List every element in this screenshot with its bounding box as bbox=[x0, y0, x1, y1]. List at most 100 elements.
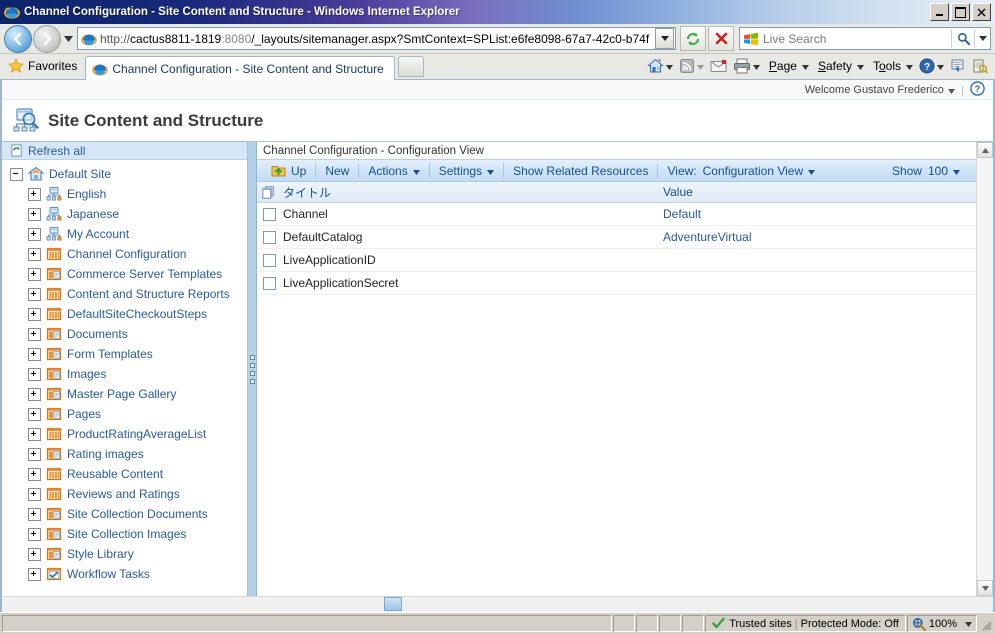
tree-expander-plus[interactable] bbox=[28, 207, 41, 221]
tree-expander-plus[interactable] bbox=[28, 547, 41, 561]
tree-expander-plus[interactable] bbox=[28, 187, 41, 201]
minimize-button[interactable] bbox=[930, 3, 949, 21]
zoom-chevron-down-icon[interactable] bbox=[965, 618, 972, 630]
tree-expander-plus[interactable] bbox=[28, 427, 41, 441]
security-zone-pane[interactable]: Trusted sites | Protected Mode: Off bbox=[705, 615, 906, 632]
scroll-thumb[interactable] bbox=[384, 597, 402, 611]
tree-expander-plus[interactable] bbox=[28, 267, 41, 281]
tree-expander-plus[interactable] bbox=[28, 227, 41, 241]
row-checkbox[interactable] bbox=[262, 230, 276, 244]
help-circle-icon[interactable]: ? bbox=[970, 80, 985, 99]
page-horizontal-scrollbar[interactable] bbox=[2, 596, 993, 612]
search-box[interactable]: Live Search bbox=[739, 27, 991, 50]
new-menu[interactable]: New bbox=[317, 160, 357, 181]
forward-button[interactable] bbox=[33, 24, 61, 53]
feeds-button[interactable] bbox=[676, 55, 707, 77]
tab-channel-configuration[interactable]: Channel Configuration - Site Content and… bbox=[85, 56, 395, 80]
tree-node-default-site[interactable]: Default Site bbox=[2, 164, 247, 184]
tree-expander-plus[interactable] bbox=[28, 367, 41, 381]
tree-expander-plus[interactable] bbox=[28, 407, 41, 421]
row-title[interactable]: Channel bbox=[281, 207, 663, 221]
tree-expander-plus[interactable] bbox=[28, 527, 41, 541]
new-tab-button[interactable] bbox=[397, 56, 424, 77]
row-checkbox[interactable] bbox=[262, 207, 276, 221]
tree-expander-plus[interactable] bbox=[28, 347, 41, 361]
tree-expander-plus[interactable] bbox=[28, 327, 41, 341]
tree-node-workflow-tasks[interactable]: Workflow Tasks bbox=[2, 564, 247, 584]
tools-menu[interactable]: Tools bbox=[867, 55, 916, 77]
row-value[interactable]: Default bbox=[663, 207, 976, 221]
welcome-user-menu[interactable]: Welcome Gustavo Frederico bbox=[805, 84, 944, 96]
address-dropdown-button[interactable] bbox=[655, 28, 674, 49]
table-row[interactable]: Channel Default bbox=[257, 203, 976, 226]
back-button[interactable] bbox=[4, 24, 32, 53]
up-button[interactable]: Up bbox=[263, 160, 314, 181]
safety-menu[interactable]: Safety bbox=[812, 55, 867, 77]
tree-expander-plus[interactable] bbox=[28, 567, 41, 581]
tree-node-style-library[interactable]: Style Library bbox=[2, 544, 247, 564]
row-value[interactable]: AdventureVirtual bbox=[663, 230, 976, 244]
tree-expander-plus[interactable] bbox=[28, 307, 41, 321]
row-select-cell[interactable] bbox=[257, 276, 281, 290]
tree-node-rating-images[interactable]: Rating images bbox=[2, 444, 247, 464]
tree-expander-minus[interactable] bbox=[10, 167, 23, 181]
read-mail-button[interactable] bbox=[707, 55, 730, 77]
row-title[interactable]: DefaultCatalog bbox=[281, 230, 663, 244]
resize-grip[interactable] bbox=[977, 615, 993, 632]
tree-node-commerce-server-templates[interactable]: Commerce Server Templates bbox=[2, 264, 247, 284]
row-select-cell[interactable] bbox=[257, 230, 281, 244]
tree-node-site-collection-images[interactable]: Site Collection Images bbox=[2, 524, 247, 544]
close-button[interactable] bbox=[972, 3, 991, 21]
row-checkbox[interactable] bbox=[262, 276, 276, 290]
tree-node-english[interactable]: English bbox=[2, 184, 247, 204]
tree-expander-plus[interactable] bbox=[28, 287, 41, 301]
page-vertical-scrollbar[interactable] bbox=[976, 142, 993, 596]
actions-menu[interactable]: Actions bbox=[360, 160, 427, 181]
search-go-button[interactable] bbox=[951, 29, 974, 48]
tree-expander-plus[interactable] bbox=[28, 467, 41, 481]
help-menu[interactable]: ? bbox=[916, 55, 947, 77]
tree-expander-plus[interactable] bbox=[28, 507, 41, 521]
tree-node-channel-configuration[interactable]: Channel Configuration bbox=[2, 244, 247, 264]
tree-node-documents[interactable]: Documents bbox=[2, 324, 247, 344]
zoom-pane[interactable]: 100% bbox=[906, 615, 977, 632]
row-title[interactable]: LiveApplicationSecret bbox=[281, 276, 663, 290]
address-bar[interactable]: http://cactus8811-1819:8080/_layouts/sit… bbox=[77, 27, 676, 50]
tree-expander-plus[interactable] bbox=[28, 387, 41, 401]
show-count-selector[interactable]: 100 bbox=[926, 160, 968, 181]
table-row[interactable]: LiveApplicationID bbox=[257, 249, 976, 272]
refresh-button[interactable] bbox=[680, 26, 706, 51]
tree-node-productratingaveragelist[interactable]: ProductRatingAverageList bbox=[2, 424, 247, 444]
maximize-button[interactable] bbox=[951, 3, 970, 21]
print-button[interactable] bbox=[730, 55, 763, 77]
show-related-resources-button[interactable]: Show Related Resources bbox=[505, 160, 656, 181]
view-selector[interactable]: Configuration View bbox=[699, 160, 824, 181]
scroll-track[interactable] bbox=[977, 158, 993, 580]
tree-node-form-templates[interactable]: Form Templates bbox=[2, 344, 247, 364]
favorites-button[interactable]: Favorites bbox=[4, 55, 85, 77]
tree-expander-plus[interactable] bbox=[28, 487, 41, 501]
tree-node-content-and-structure-reports[interactable]: Content and Structure Reports bbox=[2, 284, 247, 304]
row-checkbox[interactable] bbox=[262, 253, 276, 267]
scroll-up-button[interactable] bbox=[977, 142, 993, 158]
tree-node-defaultsitecheckoutsteps[interactable]: DefaultSiteCheckoutSteps bbox=[2, 304, 247, 324]
tree-node-japanese[interactable]: Japanese bbox=[2, 204, 247, 224]
page-menu[interactable]: Page bbox=[763, 55, 812, 77]
column-header-title[interactable]: タイトル bbox=[281, 184, 663, 201]
compatibility-button[interactable] bbox=[947, 55, 969, 77]
row-select-cell[interactable] bbox=[257, 253, 281, 267]
tree-expander-plus[interactable] bbox=[28, 447, 41, 461]
table-row[interactable]: LiveApplicationSecret bbox=[257, 272, 976, 295]
tree-node-pages[interactable]: Pages bbox=[2, 404, 247, 424]
welcome-chevron-down-icon[interactable] bbox=[947, 83, 955, 97]
tree-node-images[interactable]: Images bbox=[2, 364, 247, 384]
refresh-all-label[interactable]: Refresh all bbox=[28, 144, 85, 158]
stop-button[interactable] bbox=[708, 26, 734, 51]
settings-menu[interactable]: Settings bbox=[431, 160, 502, 181]
refresh-all-button[interactable]: Refresh all bbox=[2, 142, 247, 160]
tree-node-reviews-and-ratings[interactable]: Reviews and Ratings bbox=[2, 484, 247, 504]
home-button[interactable] bbox=[644, 55, 676, 77]
recent-pages-dropdown[interactable] bbox=[61, 26, 75, 52]
tree-node-master-page-gallery[interactable]: Master Page Gallery bbox=[2, 384, 247, 404]
scroll-down-button[interactable] bbox=[977, 580, 993, 596]
